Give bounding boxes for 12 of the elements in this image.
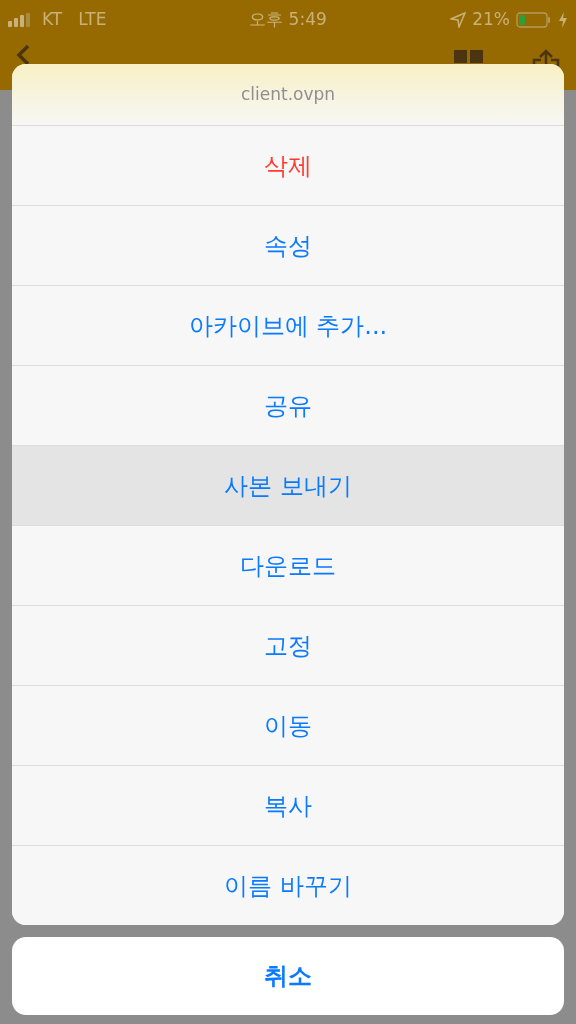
charging-icon [558, 12, 568, 28]
time-text: 오후 5:49 [249, 9, 327, 30]
back-chevron-icon[interactable] [16, 44, 30, 64]
battery-text: 21% [472, 8, 510, 32]
location-icon [450, 12, 467, 28]
battery-icon [516, 12, 552, 28]
action-item[interactable]: 사본 보내기 [12, 445, 564, 525]
network-text: LTE [78, 8, 107, 32]
carrier-text: KT [42, 8, 63, 32]
cancel-button[interactable]: 취소 [12, 937, 564, 1015]
action-item[interactable]: 이름 바꾸기 [12, 845, 564, 925]
sheet-title: client.ovpn [240, 82, 336, 106]
